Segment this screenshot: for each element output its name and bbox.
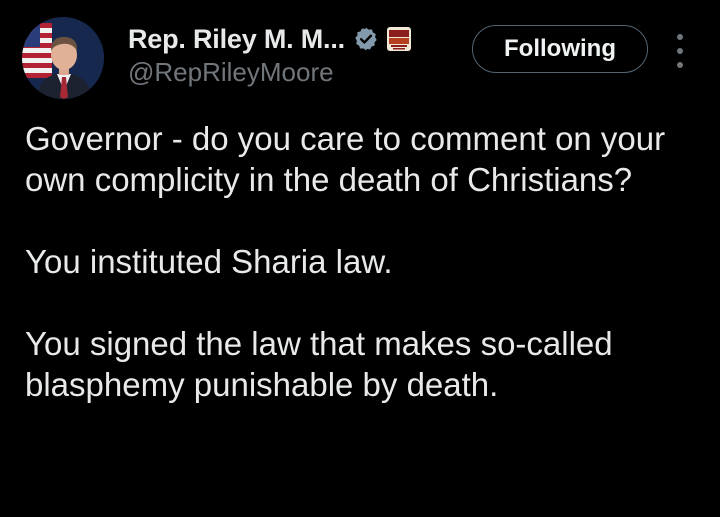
avatar[interactable] <box>22 17 104 99</box>
author-block: Rep. Riley M. M... @RepRileyMoore <box>128 19 458 88</box>
dot <box>677 62 683 68</box>
more-vertical-icon[interactable] <box>668 34 692 68</box>
name-row: Rep. Riley M. M... <box>128 19 458 59</box>
tweet-paragraph: You instituted Sharia law. <box>25 243 393 280</box>
affiliate-badge-icon[interactable] <box>386 27 411 51</box>
handle[interactable]: @RepRileyMoore <box>128 57 458 88</box>
following-button[interactable]: Following <box>472 25 648 73</box>
tweet-paragraph: Governor - do you care to comment on you… <box>25 120 666 198</box>
avatar-image <box>22 17 104 99</box>
verified-badge-icon[interactable] <box>353 26 379 52</box>
display-name[interactable]: Rep. Riley M. M... <box>128 24 345 55</box>
dot <box>677 34 683 40</box>
tweet-paragraph: You signed the law that makes so-called … <box>25 325 613 403</box>
dot <box>677 48 683 54</box>
tweet-text: Governor - do you care to comment on you… <box>25 118 705 405</box>
tweet-card: Rep. Riley M. M... @RepRileyMoore Follow… <box>0 0 720 517</box>
